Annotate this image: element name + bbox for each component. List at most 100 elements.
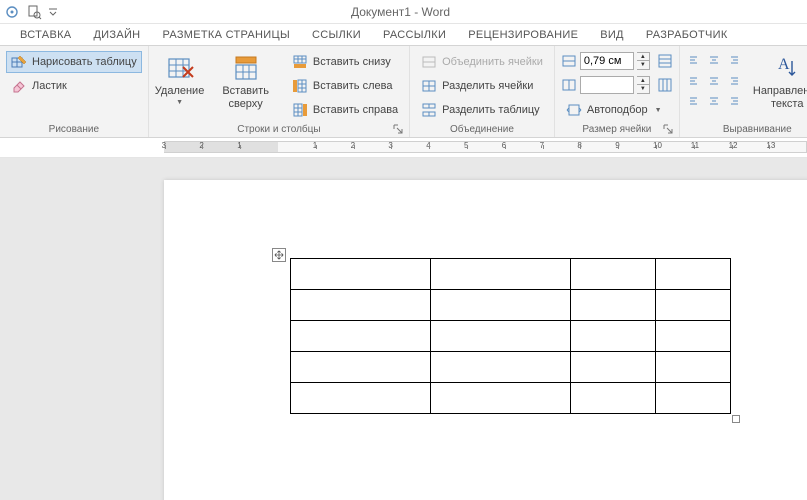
dropdown-icon: ▼ [176,99,183,106]
distribute-rows-icon[interactable] [561,54,577,68]
document-area [0,158,807,500]
draw-table-button[interactable]: Нарисовать таблицу [6,51,142,73]
align-mid-center[interactable] [705,71,723,89]
eraser-icon [11,78,27,94]
pencil-table-icon [11,54,27,70]
autofit-button[interactable]: Автоподбор ▼ [561,99,673,121]
group-drawing-label: Рисование [6,122,142,136]
tab-developer[interactable]: РАЗРАБОТЧИК [644,27,730,45]
table-move-handle[interactable] [272,248,286,262]
eraser-button[interactable]: Ластик [6,75,142,97]
alignment-grid [686,52,742,108]
eraser-label: Ластик [32,80,67,92]
table-cell[interactable] [656,290,731,321]
insert-below-icon [292,54,308,70]
table-cell[interactable] [431,352,571,383]
insert-left-button[interactable]: Вставить слева [287,75,403,97]
insert-below-button[interactable]: Вставить снизу [287,51,403,73]
table-cell[interactable] [571,352,656,383]
table-cell[interactable] [431,383,571,414]
autofit-label: Автоподбор [587,104,648,116]
table-cell[interactable] [571,321,656,352]
autofit-icon [566,102,582,118]
align-bot-left[interactable] [686,90,704,108]
align-bot-center[interactable] [705,90,723,108]
text-direction-button[interactable]: A Направление текста [746,49,807,114]
table-cell[interactable] [571,259,656,290]
title-bar: Документ1 - Word [0,0,807,24]
insert-above-button[interactable]: Вставить сверху [208,49,283,114]
split-table-button[interactable]: Разделить таблицу [416,99,548,121]
align-top-left[interactable] [686,52,704,70]
tab-review[interactable]: РЕЦЕНЗИРОВАНИЕ [466,27,580,45]
svg-text:A: A [778,56,790,73]
tab-insert[interactable]: ВСТАВКА [18,27,73,45]
table-cell[interactable] [291,259,431,290]
distribute-cols-icon[interactable] [561,78,577,92]
delete-label: Удаление [155,85,205,98]
merge-cells-button: Объединить ячейки [416,51,548,73]
tab-references[interactable]: ССЫЛКИ [310,27,363,45]
split-cells-label: Разделить ячейки [442,80,533,92]
table-cell[interactable] [571,290,656,321]
dropdown-icon: ▼ [655,107,662,114]
split-cells-button[interactable]: Разделить ячейки [416,75,548,97]
table-cell[interactable] [291,352,431,383]
tab-design[interactable]: ДИЗАЙН [91,27,142,45]
table-cell[interactable] [656,383,731,414]
horizontal-ruler[interactable]: 32112345678910111213 [164,138,807,156]
print-preview-icon[interactable] [26,4,42,20]
align-mid-right[interactable] [724,71,742,89]
table-cell[interactable] [431,321,571,352]
row-height-input[interactable] [580,52,634,70]
draw-table-label: Нарисовать таблицу [32,56,137,68]
insert-right-button[interactable]: Вставить справа [287,99,403,121]
dialog-launcher-icon[interactable] [663,124,673,134]
table-cell[interactable] [571,383,656,414]
distribute-cols-even-icon[interactable] [657,78,673,92]
merge-cells-icon [421,54,437,70]
qat-customize-icon[interactable] [48,4,58,20]
window-title: Документ1 - Word [58,5,743,19]
align-bot-right[interactable] [724,90,742,108]
tab-mailings[interactable]: РАССЫЛКИ [381,27,448,45]
insert-right-label: Вставить справа [313,104,398,116]
align-mid-left[interactable] [686,71,704,89]
align-top-center[interactable] [705,52,723,70]
dialog-launcher-icon[interactable] [393,124,403,134]
table-cell[interactable] [291,290,431,321]
table-cell[interactable] [291,321,431,352]
group-rows-cols-label: Строки и столбцы [155,122,403,136]
table-resize-handle[interactable] [732,415,740,423]
table-cell[interactable] [431,259,571,290]
distribute-rows-even-icon[interactable] [657,54,673,68]
text-direction-icon: A [772,53,802,83]
tab-page-layout[interactable]: РАЗМЕТКА СТРАНИЦЫ [160,27,292,45]
col-width-input[interactable] [580,76,634,94]
split-table-icon [421,102,437,118]
height-spinner[interactable]: ▲▼ [637,52,650,70]
insert-left-icon [292,78,308,94]
touch-mode-icon[interactable] [4,4,20,20]
text-direction-label: Направление текста [753,85,807,110]
table-cell[interactable] [656,321,731,352]
delete-table-icon [165,53,195,83]
split-cells-icon [421,78,437,94]
group-merge-label: Объединение [416,122,548,136]
delete-button[interactable]: Удаление ▼ [155,49,205,110]
insert-above-label: Вставить сверху [215,85,276,110]
width-spinner[interactable]: ▲▼ [637,76,650,94]
table-cell[interactable] [431,290,571,321]
align-top-right[interactable] [724,52,742,70]
split-table-label: Разделить таблицу [442,104,540,116]
insert-below-label: Вставить снизу [313,56,391,68]
document-table[interactable] [290,258,731,414]
insert-right-icon [292,102,308,118]
table-cell[interactable] [656,259,731,290]
tab-view[interactable]: ВИД [598,27,626,45]
table-cell[interactable] [291,383,431,414]
page[interactable] [164,180,807,500]
table-cell[interactable] [656,352,731,383]
merge-cells-label: Объединить ячейки [442,56,543,68]
ribbon: Нарисовать таблицу Ластик Рисование Удал… [0,46,807,138]
